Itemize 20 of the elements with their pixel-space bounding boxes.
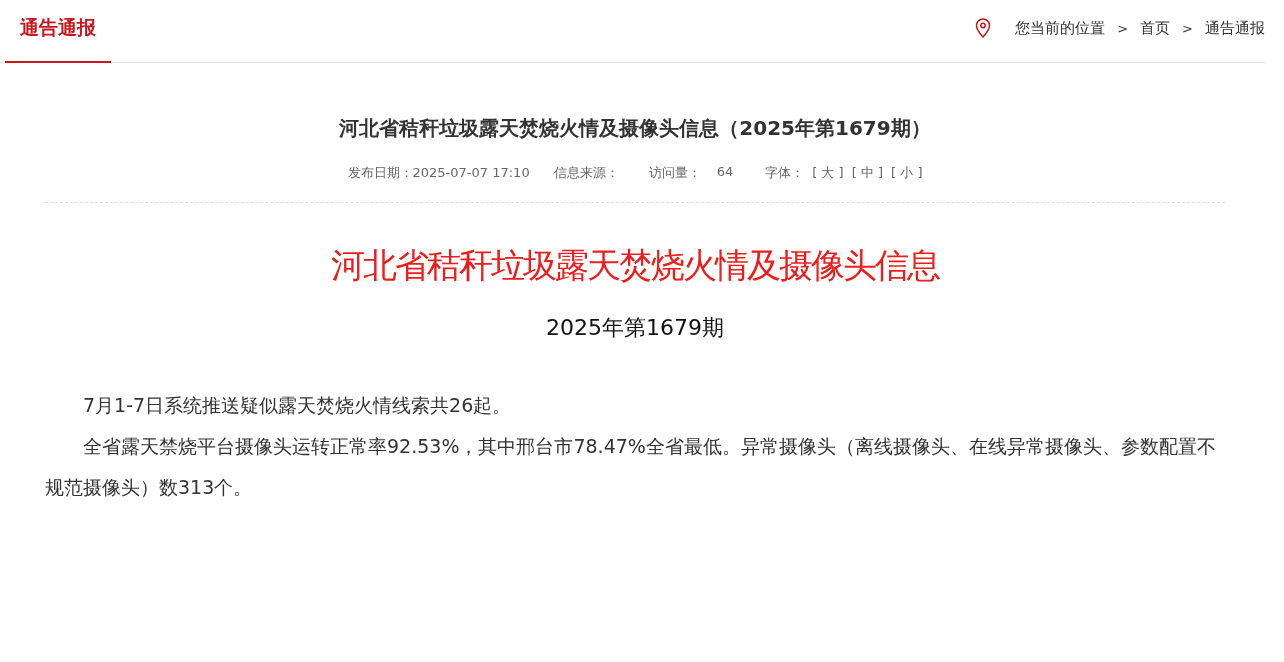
article-title: 河北省秸秆垃圾露天焚烧火情及摄像头信息（2025年第1679期）: [338, 115, 932, 142]
font-size-link[interactable]: [ 中 ]: [851, 165, 884, 180]
location-pin-icon: [975, 18, 992, 38]
publish-date: 发布日期：2025-07-07 17:10: [347, 164, 530, 182]
font-size-link[interactable]: [ 小 ]: [891, 165, 923, 180]
section-tab[interactable]: 通告通报: [5, 15, 111, 63]
info-source: 信息来源：: [553, 164, 619, 182]
body-paragraph: 全省露天禁烧平台摄像头运转正常率92.53%，其中邢台市78.47%全省最低。异常摄像头（离线摄像头、在线异常摄像头、参数配置不规范摄像头）数313个。: [45, 434, 1217, 500]
breadcrumb-link[interactable]: 通告通报: [1205, 18, 1265, 38]
font-size-label: 字体：: [765, 165, 805, 180]
body-paragraph: 7月1-7日系统推送疑似露天焚烧火情线索共26起。: [82, 393, 513, 418]
breadcrumb-separator: >: [1182, 20, 1193, 36]
headline: 河北省秸秆垃圾露天焚烧火情及摄像头信息: [330, 244, 941, 287]
breadcrumb-separator: >: [1117, 20, 1129, 36]
font-size-link[interactable]: [ 大 ]: [812, 165, 844, 180]
views-count: 64: [716, 164, 734, 181]
breadcrumb-label: 您当前的位置: [1015, 18, 1106, 38]
breadcrumb-link[interactable]: 首页: [1140, 18, 1171, 38]
issue-number: 2025年第1679期: [545, 314, 725, 342]
views-label: 访问量：: [648, 164, 701, 182]
